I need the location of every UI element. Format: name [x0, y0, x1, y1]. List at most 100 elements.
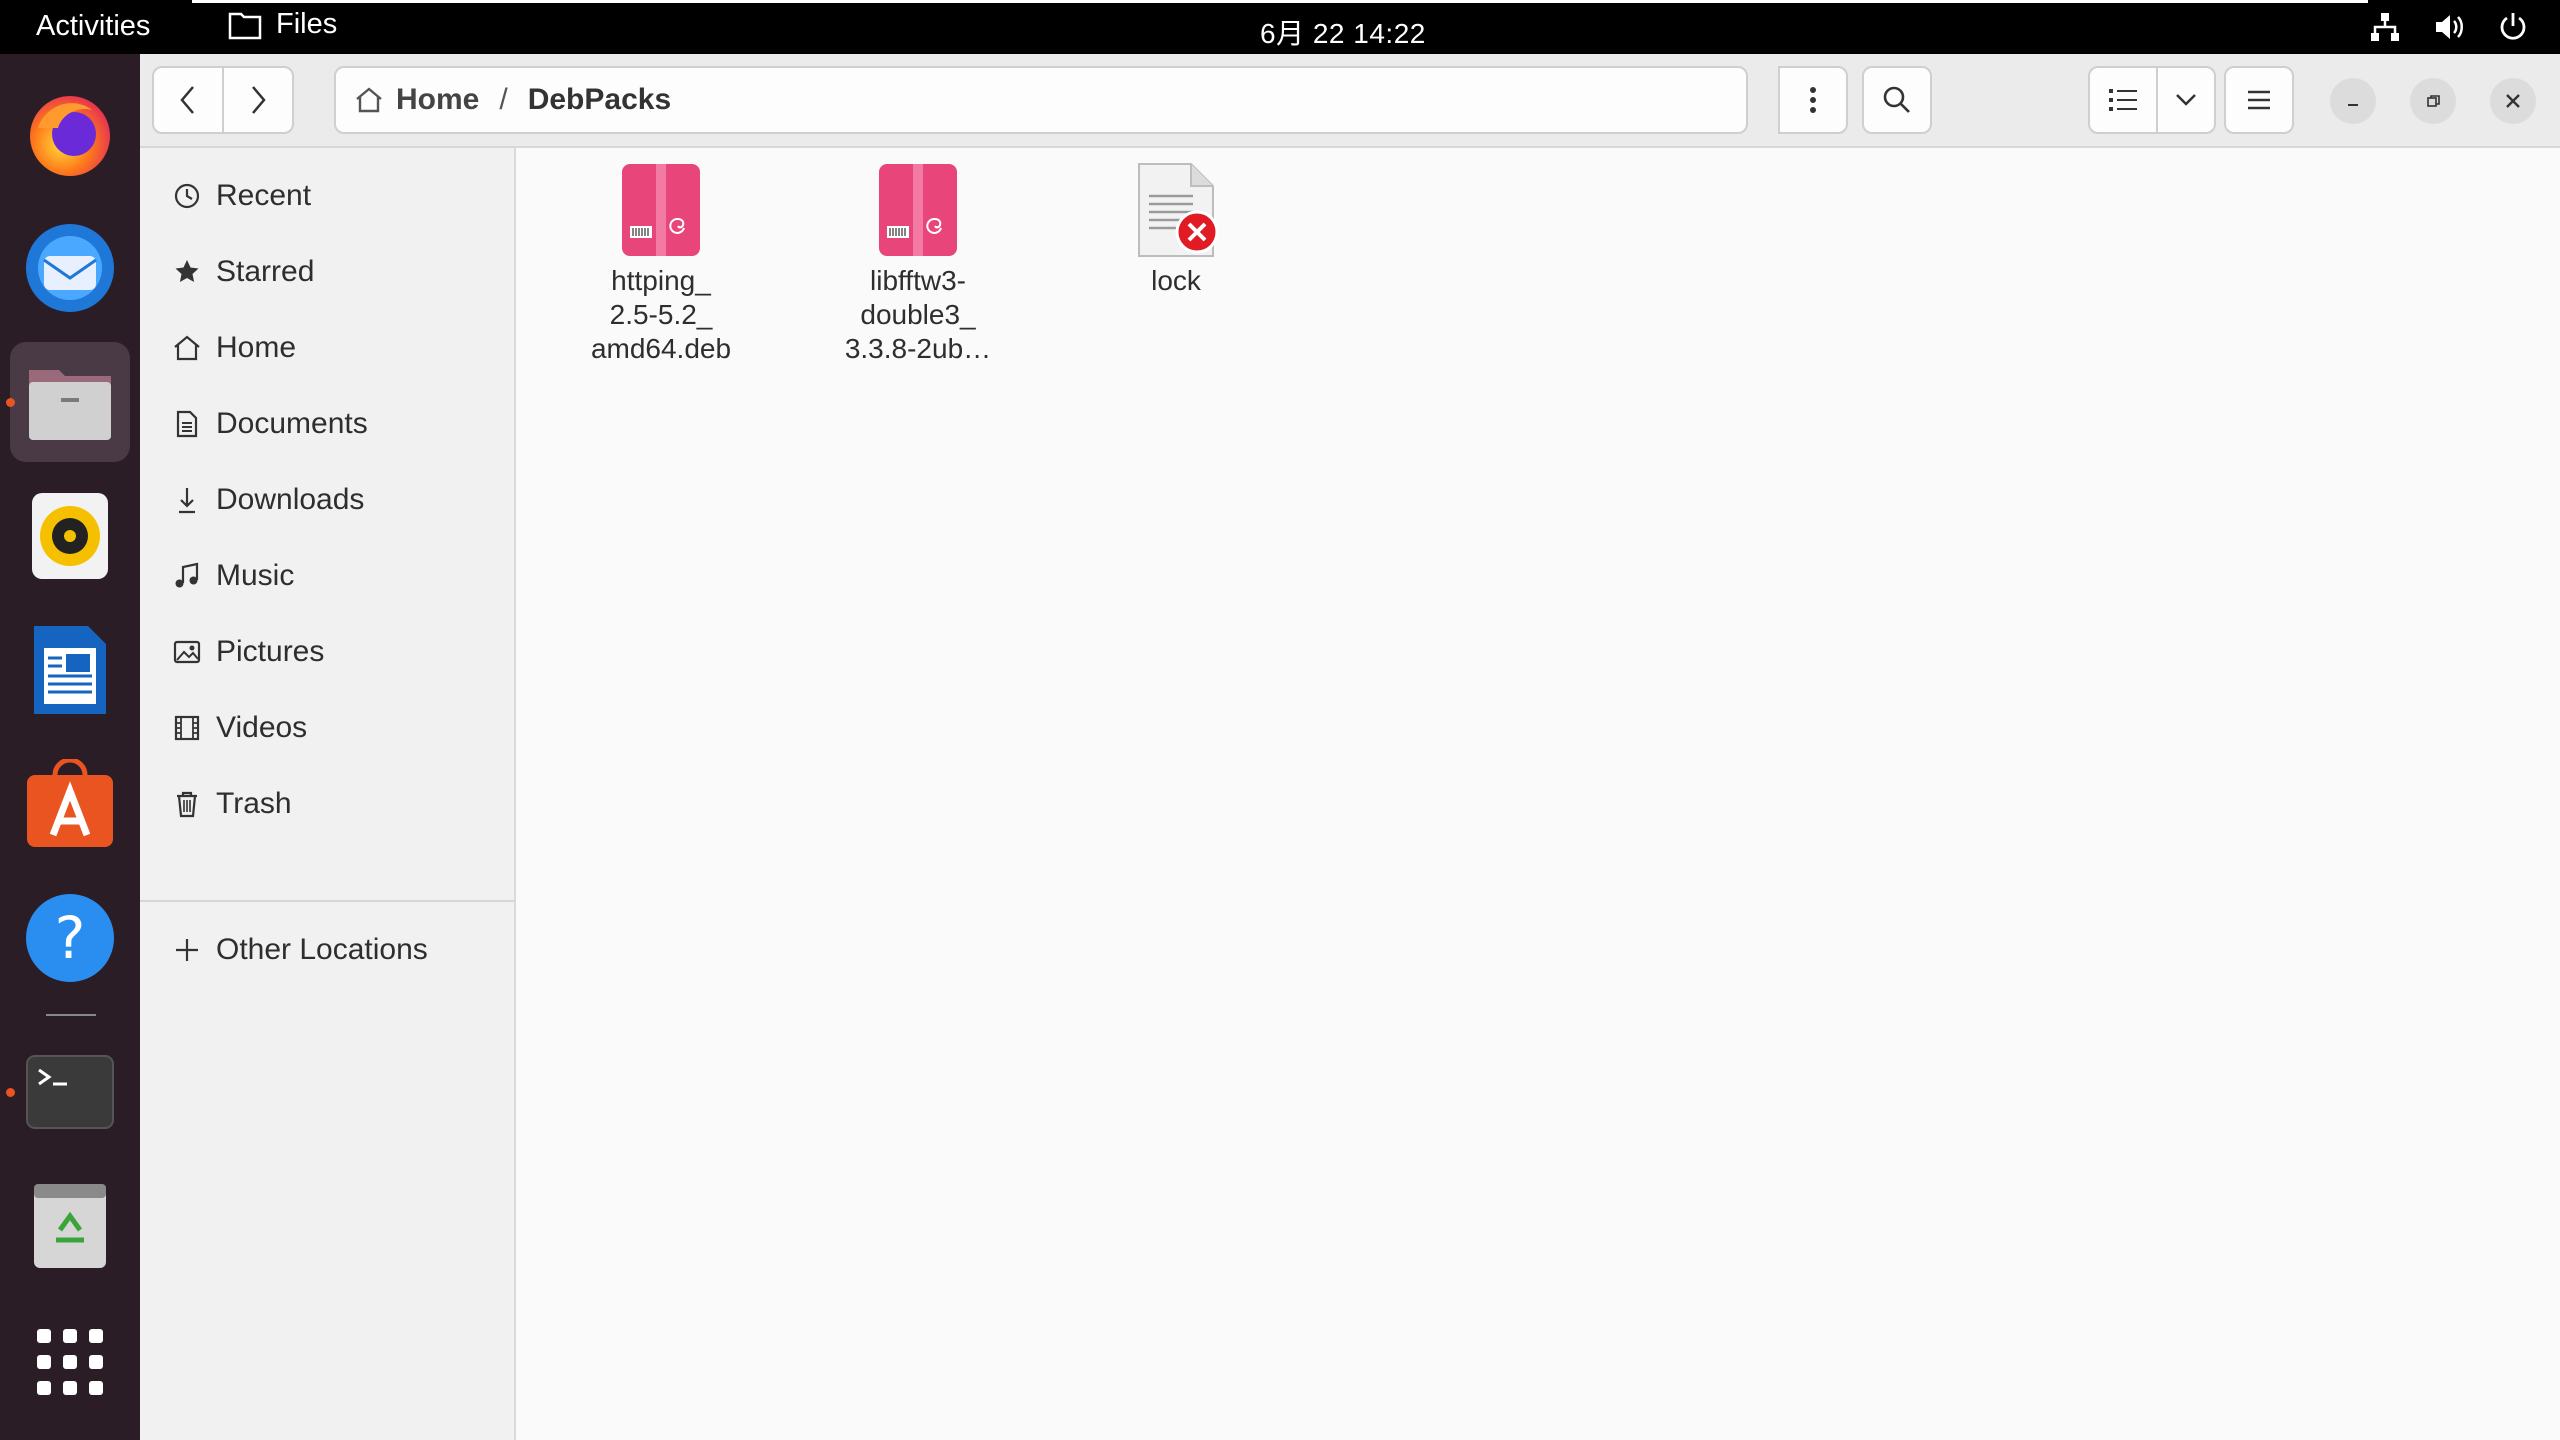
sidebar-item-pictures[interactable]: Pictures — [140, 618, 514, 686]
writer-icon — [34, 626, 106, 714]
sidebar-item-label: Music — [216, 559, 295, 592]
window-focus-line — [192, 0, 2368, 3]
show-applications-button[interactable] — [10, 1302, 130, 1422]
software-launcher[interactable] — [10, 744, 130, 864]
home-icon — [170, 331, 204, 365]
power-icon[interactable] — [2496, 10, 2530, 44]
clock-icon — [170, 179, 204, 213]
star-icon — [170, 255, 204, 289]
breadcrumb-home[interactable]: Home — [354, 83, 479, 117]
deb-package-icon — [873, 162, 963, 258]
trash-icon — [34, 1184, 106, 1268]
app-menu[interactable]: Files — [228, 8, 337, 41]
close-button[interactable] — [2490, 78, 2536, 124]
sidebar-item-label: Trash — [216, 787, 292, 820]
chevron-left-icon — [180, 86, 194, 114]
sidebar-item-label: Videos — [216, 711, 308, 744]
sidebar-item-other-locations[interactable]: Other Locations — [140, 916, 514, 984]
sidebar: Recent Starred Home Documents Downloads … — [140, 148, 516, 1440]
file-item[interactable]: httping_ 2.5-5.2_ amd64.deb — [551, 162, 771, 366]
sidebar-item-label: Starred — [216, 255, 315, 288]
trash-icon — [170, 787, 204, 821]
breadcrumb-separator: / — [499, 83, 508, 116]
search-button[interactable] — [1862, 66, 1932, 134]
sidebar-item-starred[interactable]: Starred — [140, 238, 514, 306]
rhythmbox-launcher[interactable] — [10, 476, 130, 596]
file-name: httping_ 2.5-5.2_ amd64.deb — [590, 265, 732, 364]
firefox-icon — [30, 96, 110, 176]
folder-icon — [228, 12, 262, 39]
breadcrumb-current[interactable]: DebPacks — [528, 83, 671, 117]
sidebar-item-music[interactable]: Music — [140, 542, 514, 610]
document-icon — [170, 407, 204, 441]
home-icon — [356, 87, 382, 113]
sidebar-item-label: Pictures — [216, 635, 325, 668]
sidebar-item-recent[interactable]: Recent — [140, 162, 514, 230]
thunderbird-icon — [26, 224, 114, 312]
sidebar-item-label: Documents — [216, 407, 368, 440]
network-icon[interactable] — [2368, 10, 2402, 44]
list-view-icon — [2109, 89, 2137, 111]
minimize-button[interactable] — [2330, 78, 2376, 124]
sidebar-item-label: Home — [216, 331, 297, 364]
terminal-icon — [26, 1055, 114, 1129]
hamburger-icon — [2248, 90, 2270, 110]
locked-text-file-icon — [1131, 162, 1221, 258]
video-icon — [170, 711, 204, 745]
svg-text:?: ? — [55, 904, 86, 972]
writer-launcher[interactable] — [10, 610, 130, 730]
restore-icon — [2427, 95, 2440, 107]
breadcrumb-home-label: Home — [396, 83, 480, 116]
files-window: Home / DebPacks Recent Starred Home Docu… — [140, 54, 2560, 1440]
picture-icon — [170, 635, 204, 669]
files-launcher[interactable] — [10, 342, 130, 462]
thunderbird-launcher[interactable] — [10, 208, 130, 328]
terminal-launcher[interactable] — [10, 1032, 130, 1152]
sidebar-item-home[interactable]: Home — [140, 314, 514, 382]
rhythmbox-icon — [32, 493, 108, 579]
chevron-right-icon — [252, 86, 266, 114]
dock-separator — [46, 1014, 96, 1016]
firefox-launcher[interactable] — [10, 74, 130, 194]
path-menu-button[interactable] — [1778, 66, 1848, 134]
back-button[interactable] — [152, 66, 224, 134]
running-indicator — [6, 398, 15, 407]
search-icon — [1883, 86, 1910, 113]
clock[interactable]: 6月 22 14:22 — [1260, 12, 1426, 52]
sidebar-item-videos[interactable]: Videos — [140, 694, 514, 762]
file-item[interactable]: lock — [1066, 162, 1286, 298]
app-menu-label: Files — [276, 8, 338, 40]
system-tray[interactable] — [2368, 10, 2530, 44]
file-name: lock — [1151, 265, 1201, 296]
music-icon — [170, 559, 204, 593]
help-icon: ? — [26, 894, 114, 982]
more-vertical-icon — [1810, 87, 1816, 113]
sidebar-item-documents[interactable]: Documents — [140, 390, 514, 458]
chevron-down-icon — [2176, 94, 2196, 106]
minimize-icon — [2348, 104, 2358, 106]
volume-icon[interactable] — [2432, 10, 2466, 44]
top-bar: Activities Files 6月 22 14:22 — [0, 0, 2560, 54]
help-launcher[interactable]: ? — [10, 878, 130, 998]
trash-launcher[interactable] — [10, 1166, 130, 1286]
sidebar-item-trash[interactable]: Trash — [140, 770, 514, 838]
maximize-button[interactable] — [2410, 78, 2456, 124]
running-indicator — [6, 1088, 15, 1097]
app-grid-icon — [37, 1329, 103, 1395]
files-icon — [29, 370, 111, 440]
deb-package-icon — [616, 162, 706, 258]
file-item[interactable]: libfftw3- double3_ 3.3.8-2ub… — [808, 162, 1028, 366]
activities-button[interactable]: Activities — [36, 10, 150, 43]
sidebar-divider — [140, 900, 514, 902]
file-view[interactable]: httping_ 2.5-5.2_ amd64.deb libfftw3- do… — [518, 148, 2560, 1440]
path-bar: Home / DebPacks — [334, 66, 1748, 134]
view-list-button[interactable] — [2088, 66, 2158, 134]
view-options-button[interactable] — [2156, 66, 2216, 134]
sidebar-item-label: Downloads — [216, 483, 365, 516]
main-menu-button[interactable] — [2224, 66, 2294, 134]
plus-icon — [170, 933, 204, 967]
sidebar-item-downloads[interactable]: Downloads — [140, 466, 514, 534]
forward-button[interactable] — [222, 66, 294, 134]
file-name: libfftw3- double3_ 3.3.8-2ub… — [844, 265, 992, 364]
header-bar: Home / DebPacks — [140, 54, 2560, 148]
